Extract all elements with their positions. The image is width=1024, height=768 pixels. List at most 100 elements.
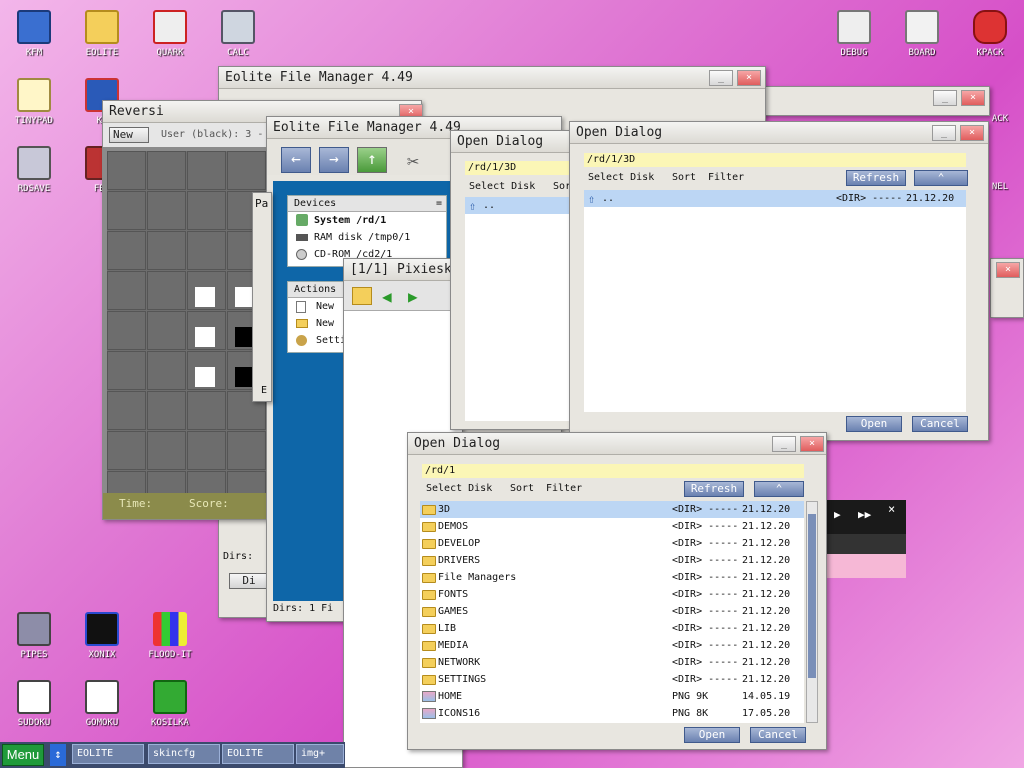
folder-icon: [422, 573, 436, 583]
select-disk-button[interactable]: Select Disk: [469, 181, 535, 192]
icon-label: GOMOKU: [85, 718, 119, 728]
list-item[interactable]: File Managers <DIR> ----- 21.12.20: [420, 569, 804, 586]
list-item[interactable]: NETWORK <DIR> ----- 21.12.20: [420, 654, 804, 671]
close-button[interactable]: ×: [960, 125, 984, 141]
list-item[interactable]: GAMES <DIR> ----- 21.12.20: [420, 603, 804, 620]
close-button[interactable]: ×: [961, 90, 985, 106]
back-button[interactable]: ←: [281, 147, 311, 173]
minimize-button[interactable]: _: [933, 90, 957, 106]
menu-button[interactable]: Menu: [2, 744, 44, 766]
list-item[interactable]: DRIVERS <DIR> ----- 21.12.20: [420, 552, 804, 569]
file-list: 3D <DIR> ----- 21.12.20 DEMOS <DIR> ----- 21.…: [420, 501, 804, 723]
devices-header: Devices: [294, 198, 337, 209]
icon-label: SUDOKU: [17, 718, 51, 728]
item-type: <DIR> -----: [672, 521, 739, 532]
path-field[interactable]: /rd/1/3D: [465, 161, 575, 175]
minimize-button[interactable]: _: [932, 125, 956, 141]
cut-icon[interactable]: ✂: [407, 149, 419, 173]
folder-icon: [422, 505, 436, 515]
select-disk-button[interactable]: Select Disk: [588, 172, 654, 183]
list-item[interactable]: HOME PNG 9K 14.05.19: [420, 688, 804, 705]
open-button[interactable]: Open: [846, 416, 902, 432]
filter-button[interactable]: Filter: [708, 172, 744, 183]
desktop-icon-kosilka[interactable]: KOSILKA: [140, 680, 200, 728]
task-eolite[interactable]: EOLITE: [72, 744, 144, 764]
scrollbar[interactable]: [806, 501, 818, 723]
list-item[interactable]: DEMOS <DIR> ----- 21.12.20: [420, 518, 804, 535]
desktop-icon-debug[interactable]: DEBUG: [824, 10, 884, 58]
desktop-icon-board[interactable]: BOARD: [892, 10, 952, 58]
cancel-button[interactable]: Cancel: [750, 727, 806, 743]
desktop-icon-kfm[interactable]: KFM: [4, 10, 64, 58]
refresh-button[interactable]: Refresh: [684, 481, 744, 497]
forward-button[interactable]: →: [319, 147, 349, 173]
path-field[interactable]: /rd/1: [422, 464, 804, 478]
desktop-icon-calc[interactable]: CALC: [208, 10, 268, 58]
close-button[interactable]: ×: [996, 262, 1020, 278]
play-icon[interactable]: ▶: [834, 508, 841, 521]
close-icon[interactable]: ×: [888, 502, 895, 516]
arrow-left-icon[interactable]: ◀: [382, 287, 392, 306]
open-button[interactable]: Open: [684, 727, 740, 743]
filter-button[interactable]: Filter: [546, 483, 582, 494]
up-level-button[interactable]: ⌃: [914, 170, 968, 186]
list-item[interactable]: DEVELOP <DIR> ----- 21.12.20: [420, 535, 804, 552]
device-item[interactable]: RAM disk /tmp0/1: [288, 229, 446, 246]
devices-menu-button[interactable]: =: [436, 196, 442, 212]
task-img[interactable]: img+: [296, 744, 344, 764]
close-button[interactable]: ×: [800, 436, 824, 452]
list-item[interactable]: 3D <DIR> ----- 21.12.20: [420, 501, 804, 518]
list-item[interactable]: ICONS16 PNG 8K 17.05.20: [420, 705, 804, 722]
sort-button[interactable]: Sort: [510, 483, 534, 494]
desktop-icon-gomoku[interactable]: GOMOKU: [72, 680, 132, 728]
new-game-button[interactable]: New: [109, 127, 149, 143]
action-item[interactable]: New: [288, 315, 346, 332]
desktop-icon-tinypad[interactable]: TINYPAD: [4, 78, 64, 126]
desktop-icon-sudoku[interactable]: SUDOKU: [4, 680, 64, 728]
title-text: Eolite File Manager 4.49: [225, 70, 413, 85]
list-item[interactable]: ⇧ .. <DIR> ----- 21.12.20: [584, 190, 966, 207]
up-level-button[interactable]: ⌃: [754, 481, 804, 497]
desktop-icon-flood-it[interactable]: FLOOD-IT: [140, 612, 200, 660]
board-icon: [905, 10, 939, 44]
open-folder-icon[interactable]: [352, 287, 372, 305]
sort-button[interactable]: Sort: [672, 172, 696, 183]
item-name: LIB: [438, 623, 457, 634]
double-chevron-up-icon: ⌃: [937, 171, 945, 184]
arrow-right-icon[interactable]: ▶: [408, 287, 418, 306]
select-disk-button[interactable]: Select Disk: [426, 483, 492, 494]
list-item[interactable]: ⇧..: [465, 197, 575, 214]
action-item[interactable]: New: [288, 298, 346, 315]
task-eolite-2[interactable]: EOLITE: [222, 744, 294, 764]
device-item[interactable]: System /rd/1: [288, 212, 446, 229]
desktop-icon-kpack[interactable]: KPACK: [960, 10, 1020, 58]
list-item[interactable]: SETTINGS <DIR> ----- 21.12.20: [420, 671, 804, 688]
switch-icon[interactable]: ↕: [50, 744, 66, 766]
desktop-icon-rdsave[interactable]: RDSAVE: [4, 146, 64, 194]
di-button[interactable]: Di: [229, 573, 269, 589]
icon-label: TINYPAD: [15, 116, 53, 126]
list-item[interactable]: LIB <DIR> ----- 21.12.20: [420, 620, 804, 637]
settings-icon: [296, 335, 307, 346]
action-item[interactable]: Setti: [288, 332, 346, 349]
xonix-icon: [85, 612, 119, 646]
device-label: System /rd/1: [314, 215, 387, 226]
minimize-button[interactable]: _: [772, 436, 796, 452]
refresh-button[interactable]: Refresh: [846, 170, 906, 186]
cancel-button[interactable]: Cancel: [912, 416, 968, 432]
window-title: Open Dialog _ ×: [570, 122, 988, 144]
item-date: 21.12.20: [742, 589, 791, 600]
fast-forward-icon[interactable]: ▶▶: [858, 508, 871, 521]
desktop-icon-xonix[interactable]: XONIX: [72, 612, 132, 660]
scrollbar-thumb[interactable]: [808, 514, 816, 678]
list-item[interactable]: FONTS <DIR> ----- 21.12.20: [420, 586, 804, 603]
minimize-button[interactable]: _: [709, 70, 733, 86]
desktop-icon-eolite[interactable]: EOLITE: [72, 10, 132, 58]
up-button[interactable]: ↑: [357, 147, 387, 173]
path-field[interactable]: /rd/1/3D: [584, 153, 966, 167]
list-item[interactable]: MEDIA <DIR> ----- 21.12.20: [420, 637, 804, 654]
close-button[interactable]: ×: [737, 70, 761, 86]
desktop-icon-quark[interactable]: QUARK: [140, 10, 200, 58]
desktop-icon-pipes[interactable]: PIPES: [4, 612, 64, 660]
task-skincfg[interactable]: skincfg: [148, 744, 220, 764]
